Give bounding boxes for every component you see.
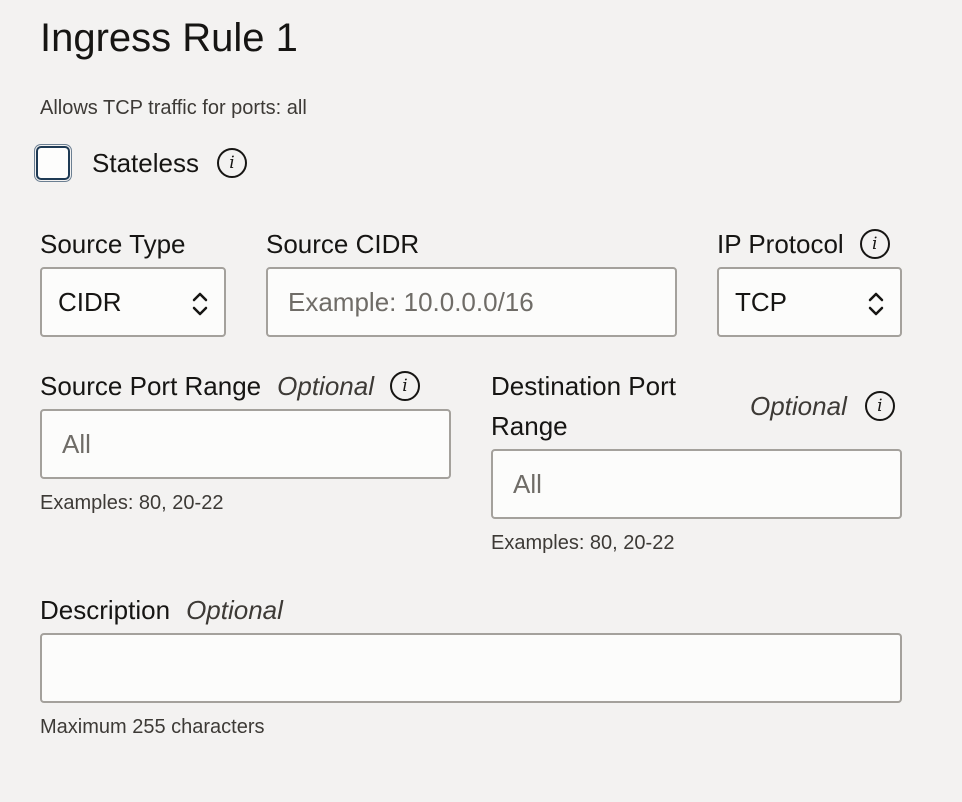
source-port-range-label: Source Port Range [40, 371, 262, 401]
source-cidr-label: Source CIDR [266, 229, 420, 259]
description-optional: Optional [186, 595, 283, 625]
source-port-range-info-icon[interactable]: i [389, 371, 420, 401]
rule-title: Ingress Rule 1 [40, 16, 298, 60]
ip-protocol-select[interactable]: TCP [717, 267, 902, 337]
description-help: Maximum 255 characters [40, 716, 265, 738]
source-port-range-input[interactable]: All [40, 409, 451, 479]
source-port-range-placeholder: All [62, 429, 91, 459]
destination-port-range-placeholder: All [513, 469, 542, 499]
source-port-range-optional: Optional [277, 371, 374, 401]
source-cidr-placeholder: Example: 10.0.0.0/16 [288, 287, 534, 317]
source-type-select[interactable]: CIDR [40, 267, 226, 337]
destination-port-range-label-line1: Destination Port [491, 371, 676, 401]
stateless-info-icon[interactable]: i [216, 148, 247, 178]
destination-port-range-label-line2: Range [491, 411, 568, 441]
source-port-range-help: Examples: 80, 20-22 [40, 492, 224, 514]
source-cidr-input[interactable]: Example: 10.0.0.0/16 [266, 267, 677, 337]
source-type-value: CIDR [58, 287, 122, 317]
stateless-checkbox[interactable] [36, 146, 70, 180]
ip-protocol-info-icon[interactable]: i [859, 229, 890, 259]
stateless-label[interactable]: Stateless [92, 148, 199, 179]
select-arrows-icon [192, 292, 208, 316]
destination-port-range-info-icon[interactable]: i [864, 391, 895, 421]
ip-protocol-label: IP Protocol [717, 229, 844, 259]
ip-protocol-value: TCP [735, 287, 787, 317]
source-port-range-label-row: Source Port Range Optional i [40, 370, 420, 402]
description-label-row: Description Optional [40, 594, 283, 626]
source-type-label: Source Type [40, 229, 186, 259]
destination-port-range-optional-row: Optional i [750, 390, 895, 422]
ip-protocol-label-row: IP Protocol i [717, 228, 890, 260]
description-input[interactable] [40, 633, 902, 703]
select-arrows-icon [868, 292, 884, 316]
stateless-row: Stateless i [36, 146, 247, 180]
destination-port-range-input[interactable]: All [491, 449, 902, 519]
destination-port-range-optional: Optional [750, 391, 847, 421]
destination-port-range-help: Examples: 80, 20-22 [491, 532, 675, 554]
rule-summary: Allows TCP traffic for ports: all [40, 97, 307, 119]
ingress-rule-form: Ingress Rule 1 Allows TCP traffic for po… [0, 0, 962, 802]
description-label: Description [40, 595, 171, 625]
